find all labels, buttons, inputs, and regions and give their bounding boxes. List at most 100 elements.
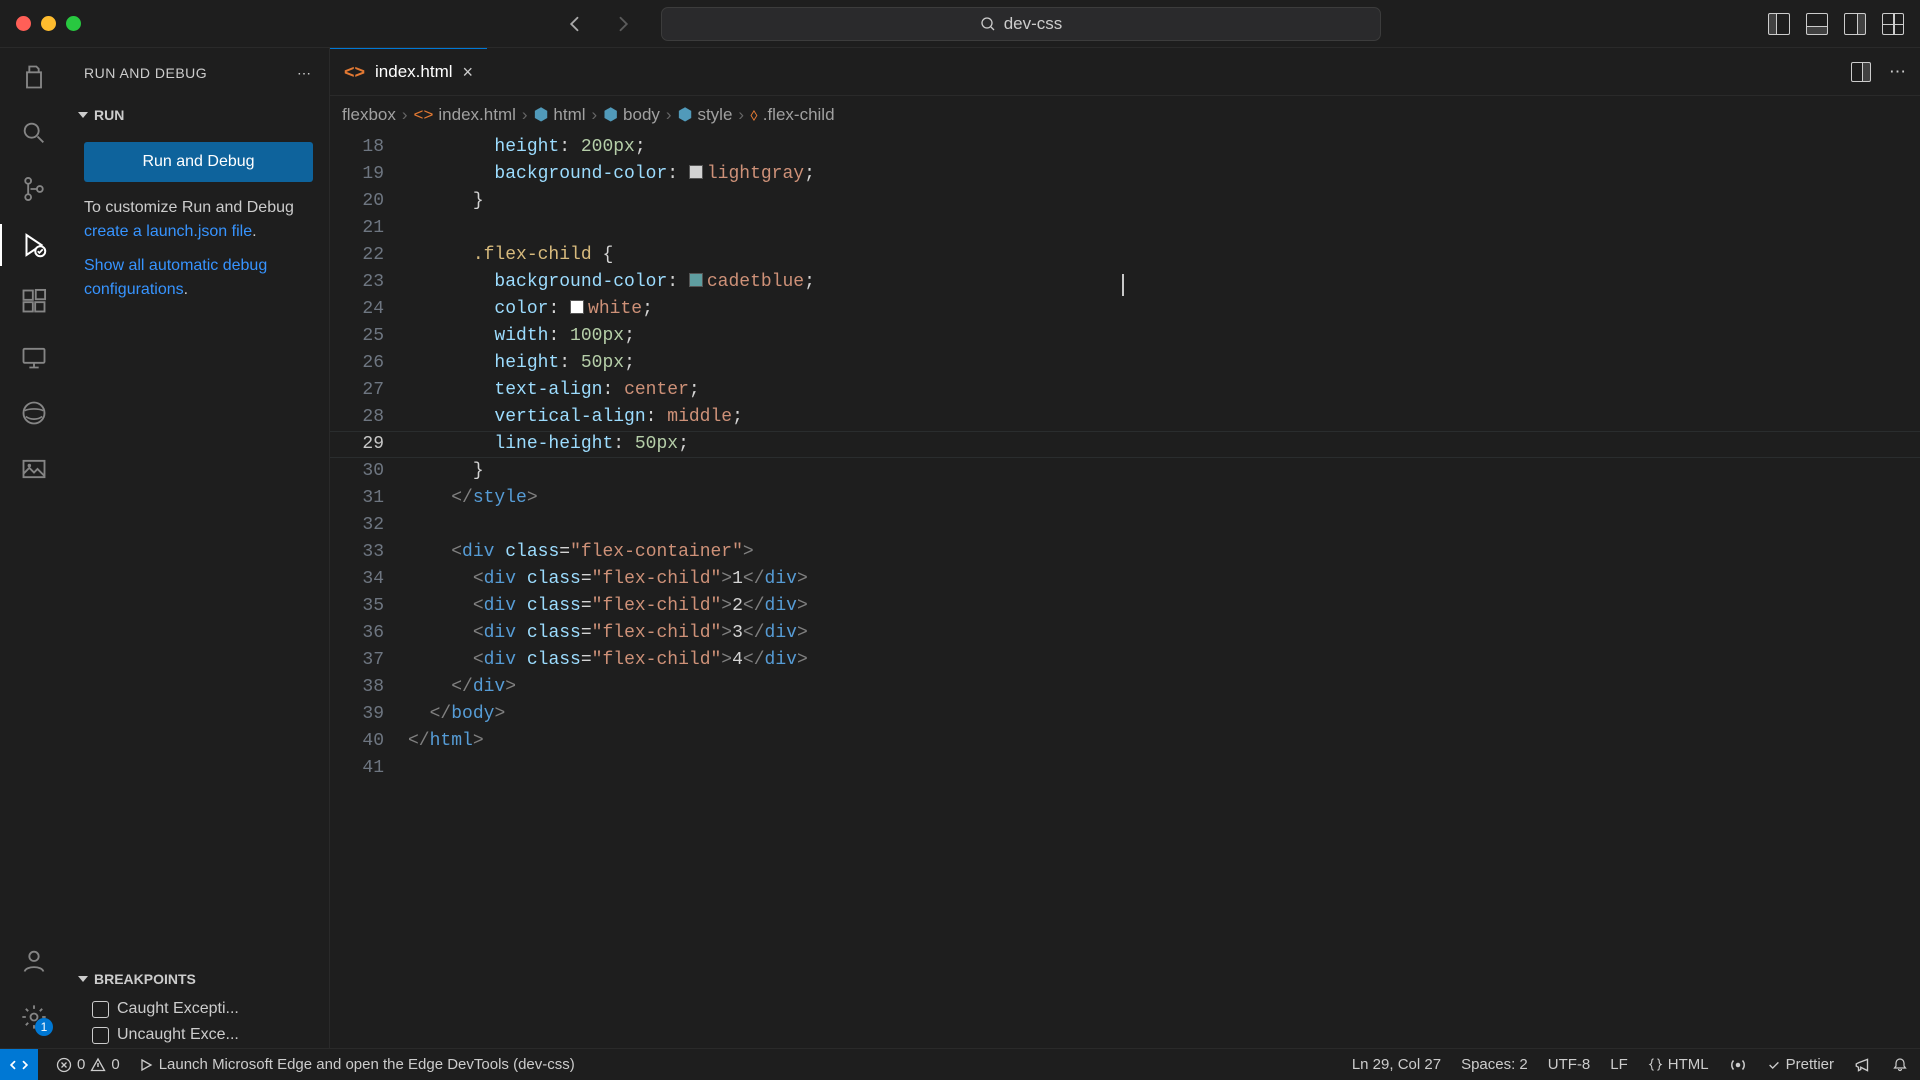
breadcrumb-item: ⬢body (603, 105, 660, 125)
run-section-label: RUN (94, 107, 124, 123)
warning-count: 0 (111, 1056, 119, 1073)
error-count: 0 (77, 1056, 85, 1073)
sidebar-title-label: RUN AND DEBUG (84, 65, 207, 81)
html-file-icon: <> (344, 62, 365, 83)
titlebar-layout-controls (1768, 13, 1904, 35)
code-content[interactable]: height: 200px; background-color: lightgr… (408, 134, 1920, 1048)
breadcrumb-item: ⬢html (534, 105, 586, 125)
remote-explorer-activity-icon[interactable] (17, 340, 51, 374)
line-number-gutter: 1819202122232425262728293031323334353637… (330, 134, 408, 1048)
editor-cursor (1122, 274, 1124, 296)
editor-tabs: <> index.html × ⋯ (330, 48, 1920, 96)
sidebar: RUN AND DEBUG ⋯ RUN Run and Debug To cus… (68, 48, 330, 1048)
maximize-window-button[interactable] (66, 16, 81, 31)
breadcrumb-item: <>index.html (414, 105, 516, 125)
editor-more-actions[interactable]: ⋯ (1889, 62, 1906, 82)
toggle-primary-sidebar-icon[interactable] (1768, 13, 1790, 35)
customize-text-post: . (252, 223, 256, 240)
breakpoints-section-header[interactable]: BREAKPOINTS (68, 962, 329, 996)
megaphone-icon (1854, 1056, 1872, 1074)
breakpoint-label: Uncaught Exce... (117, 1026, 239, 1044)
html-file-icon: <> (414, 105, 434, 125)
chevron-down-icon (78, 976, 88, 982)
close-window-button[interactable] (16, 16, 31, 31)
show-configs-text: Show all automatic debug configurations. (68, 254, 329, 312)
editor-actions: ⋯ (1837, 48, 1920, 95)
symbol-icon: ⬢ (534, 105, 549, 125)
customize-layout-icon[interactable] (1882, 13, 1904, 35)
error-icon (56, 1057, 72, 1073)
extensions-activity-icon[interactable] (17, 284, 51, 318)
chevron-down-icon (78, 112, 88, 118)
sidebar-more-actions[interactable]: ⋯ (297, 65, 313, 82)
breadcrumbs[interactable]: flexbox › <>index.html › ⬢html › ⬢body ›… (330, 96, 1920, 134)
launch-config-indicator[interactable]: Launch Microsoft Edge and open the Edge … (138, 1056, 575, 1073)
encoding-indicator[interactable]: UTF-8 (1548, 1056, 1591, 1073)
image-assets-activity-icon[interactable] (17, 452, 51, 486)
launch-config-label: Launch Microsoft Edge and open the Edge … (159, 1056, 575, 1073)
editor-area: <> index.html × ⋯ flexbox › <>index.html… (330, 48, 1920, 1048)
activity-bar: 1 (0, 48, 68, 1048)
sidebar-title: RUN AND DEBUG ⋯ (68, 48, 329, 98)
prettier-indicator[interactable]: Prettier (1767, 1056, 1834, 1073)
braces-icon (1648, 1057, 1663, 1072)
symbol-icon: ⬢ (678, 105, 693, 125)
nav-forward-button[interactable] (609, 10, 637, 38)
warning-icon (90, 1057, 106, 1073)
code-editor[interactable]: 1819202122232425262728293031323334353637… (330, 134, 1920, 1048)
checkbox-icon[interactable] (92, 1027, 109, 1044)
check-icon (1767, 1058, 1781, 1072)
minimize-window-button[interactable] (41, 16, 56, 31)
tab-label: index.html (375, 62, 452, 82)
nav-buttons (561, 10, 637, 38)
feedback-indicator[interactable] (1854, 1056, 1872, 1074)
eol-indicator[interactable]: LF (1610, 1056, 1628, 1073)
window-controls (16, 16, 81, 31)
settings-badge: 1 (35, 1018, 53, 1036)
breakpoints-section-label: BREAKPOINTS (94, 971, 196, 987)
command-center-text: dev-css (1004, 14, 1063, 34)
broadcast-icon (1729, 1056, 1747, 1074)
show-configs-post: . (184, 281, 188, 298)
notifications-indicator[interactable] (1892, 1057, 1908, 1073)
cursor-position[interactable]: Ln 29, Col 27 (1352, 1056, 1441, 1073)
breakpoint-label: Caught Excepti... (117, 1000, 239, 1018)
customize-text-pre: To customize Run and Debug (84, 199, 294, 216)
live-preview-indicator[interactable] (1729, 1056, 1747, 1074)
run-and-debug-button[interactable]: Run and Debug (84, 142, 313, 182)
toggle-panel-icon[interactable] (1806, 13, 1828, 35)
split-editor-icon[interactable] (1851, 62, 1871, 82)
toggle-secondary-sidebar-icon[interactable] (1844, 13, 1866, 35)
breakpoint-item[interactable]: Uncaught Exce... (68, 1022, 329, 1048)
breadcrumb-item: flexbox (342, 105, 396, 125)
run-debug-activity-icon[interactable] (17, 228, 51, 262)
close-tab-button[interactable]: × (463, 62, 474, 83)
indentation-indicator[interactable]: Spaces: 2 (1461, 1056, 1528, 1073)
debug-icon (138, 1057, 154, 1073)
customize-text: To customize Run and Debug create a laun… (68, 196, 329, 254)
search-icon (980, 16, 996, 32)
problems-indicator[interactable]: 0 0 (56, 1056, 120, 1073)
show-debug-configs-link[interactable]: Show all automatic debug configurations (84, 257, 267, 298)
nav-back-button[interactable] (561, 10, 589, 38)
accounts-activity-icon[interactable] (17, 944, 51, 978)
create-launch-json-link[interactable]: create a launch.json file (84, 223, 252, 240)
settings-activity-icon[interactable]: 1 (17, 1000, 51, 1034)
editor-tab-index-html[interactable]: <> index.html × (330, 48, 487, 95)
status-bar: 0 0 Launch Microsoft Edge and open the E… (0, 1048, 1920, 1080)
run-section-header[interactable]: RUN (68, 98, 329, 132)
titlebar: dev-css (0, 0, 1920, 48)
symbol-icon: ⬢ (603, 105, 618, 125)
breadcrumb-item: ⬢style (678, 105, 733, 125)
checkbox-icon[interactable] (92, 1001, 109, 1018)
remote-indicator[interactable] (0, 1049, 38, 1080)
language-mode[interactable]: HTML (1648, 1056, 1709, 1073)
breadcrumb-item: ⬨.flex-child (750, 105, 834, 125)
explorer-activity-icon[interactable] (17, 60, 51, 94)
search-activity-icon[interactable] (17, 116, 51, 150)
edge-devtools-activity-icon[interactable] (17, 396, 51, 430)
bell-icon (1892, 1057, 1908, 1073)
breakpoint-item[interactable]: Caught Excepti... (68, 996, 329, 1022)
source-control-activity-icon[interactable] (17, 172, 51, 206)
command-center[interactable]: dev-css (661, 7, 1381, 41)
